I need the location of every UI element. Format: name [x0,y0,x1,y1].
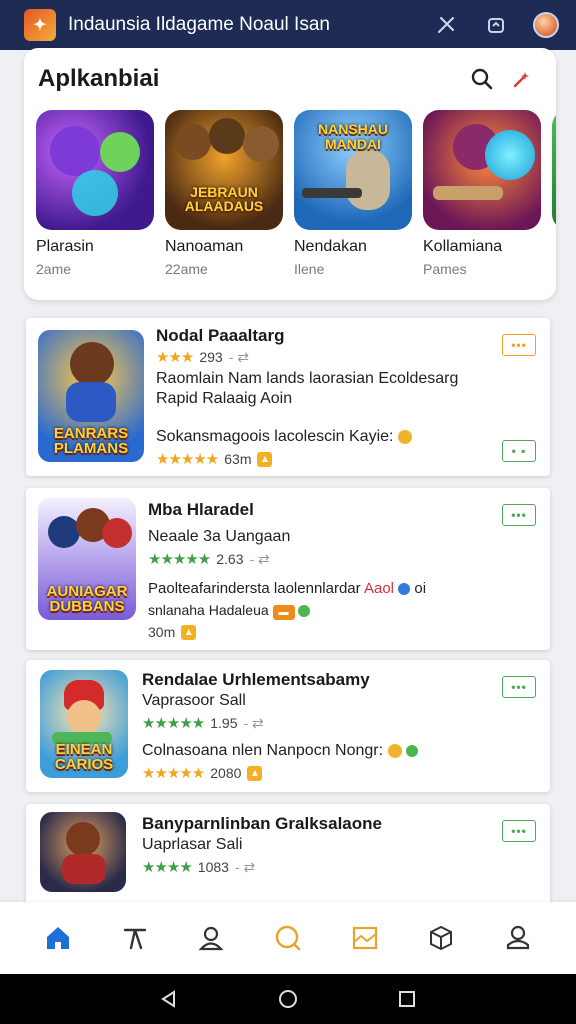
app-title: Indaunsia Ildagame Noaul Isan [68,14,330,35]
rating-stars: ★★★★ [142,859,193,876]
game-title: Nodal Paaaltarg [156,326,285,345]
game-description: Raomlain Nam lands laorasian Ecoldesarg [156,370,459,387]
meta-row: ★★★★★ 63m ▲ [156,450,273,468]
game-art [552,110,556,230]
share-icon[interactable] [478,7,514,43]
game-name: Nanoaman [165,238,244,255]
game-sub: Ilene [294,261,325,277]
emoji-icon [397,429,412,444]
home-button-icon[interactable] [273,984,303,1014]
game-art [36,110,154,230]
profile-icon[interactable] [191,918,231,958]
home-icon[interactable] [38,918,78,958]
game-note: Sokansmagoois lacolescin Kayie: [156,428,412,446]
meta-value: 30m [148,624,176,640]
featured-card: Aplkanbiai Plarasin 2ame JEBRAUN ALAADAU… [24,48,556,300]
rating-value: 2.63 [216,551,244,567]
game-tile[interactable]: JEBRAUN ALAADAUS Nanoaman 22ame [165,110,283,277]
recents-icon[interactable] [392,984,422,1014]
game-sub: Pames [423,261,467,277]
game-art-title: NANSHAU MANDAI [318,121,388,152]
more-button[interactable]: ••• [502,820,536,842]
badge-icon: ▲ [257,451,273,467]
game-tile[interactable]: Kollamiana Pames [423,110,541,277]
more-button[interactable]: ••• [502,676,536,698]
rating-value: 1083 [197,859,229,875]
game-title: Rendalae Urhlementsabamy [142,670,370,689]
trending-icon[interactable] [115,918,155,958]
rating-value: 1.95 [210,715,238,731]
avatar[interactable] [528,7,564,43]
more-button[interactable]: ••• [502,334,536,356]
app-logo[interactable]: ✦ [24,9,56,41]
game-art-title: EANRARS PLAMANS [53,425,129,457]
game-thumbnail: EANRARS PLAMANS [38,330,144,462]
game-sub: 22ame [165,261,208,277]
search-icon[interactable] [462,59,502,99]
game-subtitle: Neaale 3a Uangaan [148,528,291,545]
rating-row: ★★★ 293 - ⇄ [156,348,249,367]
rating-row: ★★★★ 1083 - ⇄ [142,858,256,877]
game-tile[interactable]: NANSHAU MANDAI Nendakan Ilene [294,110,412,277]
verified-icon [398,583,411,596]
list-item[interactable]: EANRARS PLAMANS Nodal Paaaltarg ★★★ 293 … [26,318,550,476]
list-item[interactable]: Banyparnlinban Gralksalaone Uaprlasar Sa… [26,804,550,914]
game-thumbnail: EINEAN CARIOS [40,670,128,778]
more-button[interactable]: ••• [502,504,536,526]
list-item[interactable]: EINEAN CARIOS Rendalae Urhlementsabamy V… [26,660,550,792]
game-tile-partial[interactable] [552,110,556,277]
game-title: Mba Hlaradel [148,500,254,519]
meta-row: ★★★★★ 2080 ▲ [142,764,263,782]
game-description: Paolteafarindersta laolennlardar Aaol oi [148,580,427,597]
game-title: Banyparnlinban Gralksalaone [142,814,382,833]
rating-stars: ★★★★★ [148,551,211,568]
system-navigation-bar [0,974,576,1024]
game-name: Kollamiana [423,238,503,255]
game-note-text: Sokansmagoois lacolescin Kayie: [156,428,394,445]
badge-icon: ▲ [181,624,197,640]
game-description: Colnasoana nlen Nanpocn Nongr: [142,742,418,760]
badge-icon: ▲ [247,765,263,781]
section-title: Aplkanbiai [38,65,160,92]
game-subtitle: Vaprasoor Sall [142,692,246,709]
game-sub: 2ame [36,261,72,277]
meta-stars: ★★★★★ [156,451,219,468]
game-art-title: EINEAN CARIOS [54,741,114,773]
search-icon[interactable] [268,918,308,958]
game-thumbnail [40,812,126,892]
rating-stars: ★★★★★ [142,715,205,732]
box-icon[interactable] [421,918,461,958]
game-tile[interactable]: Plarasin 2ame [36,110,154,277]
list-item[interactable]: AUNIAGAR DUBBANS Mba Hlaradel Neaale 3a … [26,488,550,650]
tools-icon[interactable] [428,7,464,43]
game-name: Nendakan [294,238,367,255]
meta-row: 30m ▲ [148,624,197,640]
rating-row: ★★★★★ 2.63 - ⇄ [148,550,270,569]
sparkle-icon[interactable] [502,59,542,99]
game-subtitle: Uaprlasar Sali [142,836,243,853]
game-art [423,110,541,230]
meta-value: 63m [224,451,252,467]
game-thumbnail: AUNIAGAR DUBBANS [38,498,136,620]
game-art: NANSHAU MANDAI [294,110,412,230]
game-description-2: Rapid Ralaaig Aoin [156,390,293,407]
account-icon[interactable] [498,918,538,958]
game-name: Plarasin [36,238,94,255]
top-bar: ✦ Indaunsia Ildagame Noaul Isan [0,0,576,50]
rating-row: ★★★★★ 1.95 - ⇄ [142,714,264,733]
meta-value: 2080 [210,765,242,781]
meta-stars: ★★★★★ [142,765,205,782]
back-icon[interactable] [154,984,184,1014]
game-art: JEBRAUN ALAADAUS [165,110,283,230]
rating-stars: ★★★ [156,349,194,366]
game-art-title: JEBRAUN ALAADAUS [184,183,264,215]
library-icon[interactable] [345,918,385,958]
more-button-secondary[interactable]: • ▪ [502,440,536,462]
bottom-navigation [0,902,576,974]
game-description-2: snlanaha Hadaleua ▬ [148,602,311,620]
game-art-title: AUNIAGAR DUBBANS [46,583,128,615]
rating-value: 293 [199,349,223,365]
